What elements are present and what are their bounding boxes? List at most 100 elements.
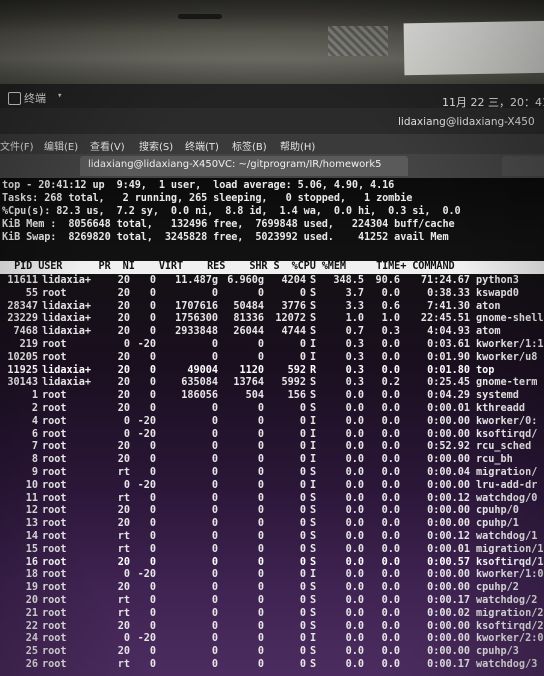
- cell-time: 0:00.01: [427, 402, 470, 414]
- cell-pr: 20: [117, 582, 130, 594]
- cell-pr: rt: [117, 658, 130, 670]
- cell-shr: 0: [299, 454, 306, 466]
- menu-terminal[interactable]: 终端(T): [185, 138, 219, 153]
- cell-shr: 4204: [281, 275, 306, 286]
- summary-swap: KiB Swap: 8269820 total, 3245828 free, 5…: [2, 232, 449, 243]
- cell-ni: 0: [149, 300, 156, 312]
- cell-pid: 26: [25, 658, 38, 670]
- cell-res: 26044: [233, 326, 264, 338]
- cell-user: root: [42, 658, 67, 670]
- app-menu-label[interactable]: 终端: [24, 90, 46, 106]
- chevron-down-icon[interactable]: ▾: [57, 91, 62, 101]
- cell-ni: 0: [149, 441, 156, 453]
- tab-label[interactable]: lidaxiang@lidaxiang-X450VC: ~/gitprogram…: [88, 159, 382, 170]
- cell-ni: 0: [149, 582, 156, 594]
- cell-virt: 1756300: [175, 313, 218, 325]
- cell-cmd: migration/: [476, 466, 538, 478]
- cell-pid: 219: [19, 338, 38, 350]
- cell-pr: 0: [123, 428, 130, 440]
- cell-res: 0: [257, 479, 264, 491]
- cell-cmd: kthreadd: [476, 402, 526, 414]
- cell-cmd: aton: [476, 300, 501, 312]
- cell-pr: 20: [117, 364, 130, 376]
- cell-mem: 0.0: [381, 569, 400, 581]
- menu-help[interactable]: 帮助(H): [280, 138, 315, 153]
- cell-s: S: [310, 658, 317, 670]
- menu-edit[interactable]: 编辑(E): [44, 138, 78, 153]
- menu-search[interactable]: 搜索(S): [139, 138, 173, 153]
- cell-ni: 0: [149, 594, 156, 606]
- cell-s: I: [310, 415, 317, 427]
- cell-res: 0: [257, 658, 264, 670]
- cell-cpu: 0.0: [345, 569, 364, 581]
- table-row: 13 root 20 0 0 0 0 S 0.0 0.0 0:00.00 cpuhp/1: [0, 518, 544, 531]
- table-row: 1 root 20 0 186056 504 156 S 0.0 0.0 0:04.29 system…: [0, 390, 544, 403]
- cell-cpu: 0.0: [345, 466, 364, 478]
- cell-s: S: [310, 594, 317, 606]
- tab-next[interactable]: [502, 156, 544, 176]
- cell-pid: 16: [25, 556, 38, 568]
- table-row: 7 root 20 0 0 0 0 I 0.0 0.0 0:52.92 rcu_sched: [0, 441, 544, 454]
- cell-mem: 0.0: [381, 428, 400, 440]
- cell-user: root: [42, 351, 67, 363]
- table-row: 14 root rt 0 0 0 0 S 0.0 0.0 0:00.12 watchdog/1: [0, 531, 544, 544]
- cell-time: 0:00.00: [427, 428, 470, 440]
- cell-pr: 0: [123, 338, 130, 350]
- table-row: 12 root 20 0 0 0 0 S 0.0 0.0 0:00.00 cpuhp/0: [0, 505, 544, 518]
- cell-pr: 0: [123, 479, 130, 491]
- cell-virt: 1707616: [175, 300, 218, 312]
- cell-pr: rt: [117, 492, 130, 504]
- table-row: 24 root 0 -20 0 0 0 I 0.0 0.0 0:00.00 kworker/2:0: [0, 633, 544, 646]
- cell-ni: 0: [149, 658, 156, 670]
- cell-shr: 12072: [275, 313, 306, 325]
- cell-res: 0: [257, 441, 264, 453]
- cell-shr: 0: [299, 428, 306, 440]
- cell-time: 0:52.92: [427, 441, 470, 453]
- cell-res: 0: [257, 466, 264, 478]
- cell-s: S: [310, 300, 317, 312]
- cell-cpu: 0.0: [345, 441, 364, 453]
- cell-shr: 0: [299, 594, 306, 606]
- menu-tabs[interactable]: 标签(B): [232, 138, 267, 153]
- cell-pid: 21: [25, 607, 38, 619]
- cell-s: S: [310, 287, 317, 299]
- table-row: 2 root 20 0 0 0 0 S 0.0 0.0 0:00.01 kthreadd: [0, 403, 544, 416]
- cell-cmd: kworker/2:0: [476, 633, 544, 645]
- cell-cmd: watchdog/1: [476, 530, 538, 542]
- process-table-header: PID USER PR NI VIRT RES SHR S %CPU %MEM …: [0, 261, 544, 274]
- cell-shr: 0: [299, 646, 306, 658]
- cell-pr: 20: [117, 556, 130, 568]
- cell-time: 0:03.61: [427, 338, 470, 350]
- cell-mem: 0.0: [381, 466, 400, 478]
- cell-time: 0:00.00: [427, 633, 470, 645]
- table-row: 19 root 20 0 0 0 0 S 0.0 0.0 0:00.00 cpuhp/2: [0, 582, 544, 595]
- cell-s: S: [310, 582, 317, 594]
- cell-pr: rt: [117, 530, 130, 542]
- menu-view[interactable]: 查看(V): [90, 138, 125, 153]
- terminal-app-icon[interactable]: [8, 92, 21, 105]
- table-row: 15 root rt 0 0 0 0 S 0.0 0.0 0:00.01 migration/1: [0, 544, 544, 557]
- cell-ni: 0: [149, 556, 156, 568]
- menu-file[interactable]: 文件(F): [0, 138, 34, 153]
- cell-pr: 0: [123, 415, 130, 427]
- cell-pid: 14: [25, 530, 38, 542]
- summary-uptime: top - 20:41:12 up 9:49, 1 user, load ave…: [2, 180, 395, 191]
- cell-pid: 23229: [7, 313, 38, 325]
- cell-ni: 0: [149, 466, 156, 478]
- cell-cmd: kworker/1:0: [476, 569, 544, 581]
- cell-mem: 0.2: [381, 377, 400, 389]
- cell-cmd: cpuhp/2: [476, 582, 519, 594]
- cell-pr: 20: [117, 351, 130, 363]
- cell-cmd: ksoftirqd/1: [476, 556, 544, 568]
- cell-res: 504: [245, 390, 264, 402]
- cell-cmd: atom: [476, 326, 501, 338]
- table-row: 6 root 0 -20 0 0 0 I 0.0 0.0 0:00.00 ksoftirqd/: [0, 429, 544, 442]
- cell-virt: 0: [211, 428, 218, 440]
- cell-user: root: [42, 646, 67, 658]
- cell-pid: 11611: [7, 275, 38, 286]
- cell-virt: 0: [211, 402, 218, 414]
- table-row: 10 root 0 -20 0 0 0 I 0.0 0.0 0:00.00 lru-add-dr: [0, 480, 544, 493]
- cell-cpu: 3.3: [345, 300, 364, 312]
- cell-time: 0:04.29: [427, 390, 470, 402]
- cell-mem: 0.0: [381, 441, 400, 453]
